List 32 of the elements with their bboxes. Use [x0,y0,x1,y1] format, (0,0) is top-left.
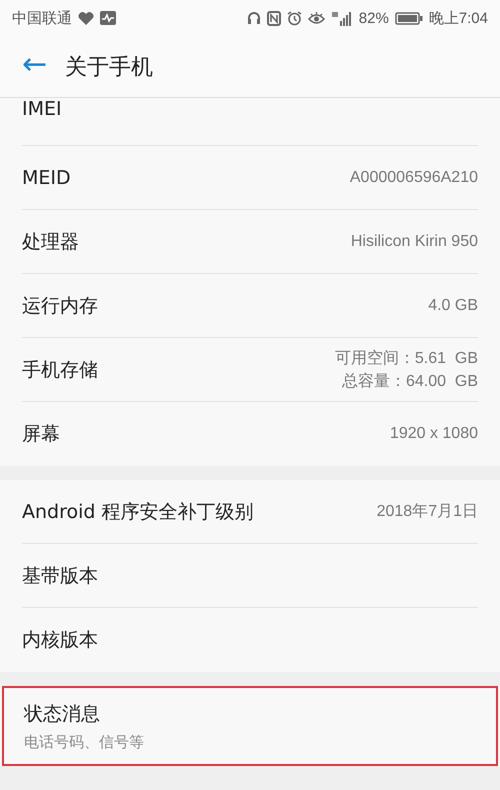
nfc-icon [266,10,281,26]
setting-label: 状态消息 [24,702,101,726]
clock-time: 晚上7:04 [428,8,488,28]
battery-percentage: 82% [358,10,389,26]
activity-icon [100,11,116,25]
page-title: 关于手机 [65,54,154,82]
setting-value: Hisilicon Kirin 950 [350,232,478,250]
setting-label: 运行内存 [22,294,98,318]
setting-subtitle: 电话号码、信号等 [24,732,144,752]
setting-value: 2018年7月1日 [376,502,478,522]
setting-label: 手机存储 [22,358,98,382]
setting-label: Android 程序安全补丁级别 [22,500,254,524]
battery-icon [394,12,423,24]
carrier-name: 中国联通 [12,8,72,28]
setting-label: 内核版本 [22,628,98,653]
setting-label: 屏幕 [22,422,60,447]
alarm-icon [286,10,302,26]
eye-icon [308,12,325,24]
setting-label: IMEI [22,98,62,120]
headset-icon [246,11,261,25]
setting-label: 基带版本 [22,564,98,588]
setting-value: A000006596A210 [350,168,478,186]
setting-value: 4.0 GB [428,296,478,314]
highlight-frame[interactable]: 状态消息 电话号码、信号等 [2,686,498,766]
signal-icon [330,10,353,26]
setting-label: 处理器 [22,230,79,254]
heart-icon [78,11,94,25]
setting-value: 可用空间：5.61 GB [334,348,478,368]
setting-value: 1920 x 1080 [390,425,478,443]
setting-label: MEID [22,166,71,188]
setting-value: 总容量：64.00 GB [342,372,478,392]
back-button[interactable]: ← [0,50,62,84]
